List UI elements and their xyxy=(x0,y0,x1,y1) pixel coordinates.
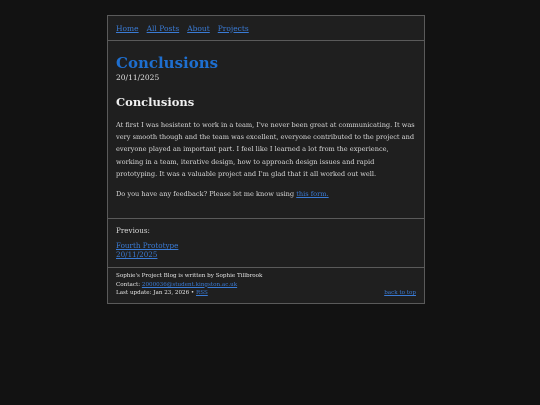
rss-link[interactable]: RSS xyxy=(196,290,208,296)
contact-label: Contact: xyxy=(116,281,142,288)
section-heading: Conclusions xyxy=(116,95,195,109)
previous-post-link[interactable]: Fourth Prototype xyxy=(116,241,416,250)
feedback-form-link[interactable]: this form. xyxy=(296,190,328,198)
footer-update: Last update: Jan 23, 2026 • RSS xyxy=(116,289,208,298)
blog-page: Home All Posts About Projects Conclusion… xyxy=(107,15,425,304)
top-nav: Home All Posts About Projects xyxy=(108,16,424,41)
nav-home-link[interactable]: Home xyxy=(116,24,139,33)
last-update-text: Last update: Jan 23, 2026 • xyxy=(116,290,196,297)
post-date: 20/11/2025 xyxy=(116,73,160,82)
previous-post-section: Previous: Fourth Prototype 20/11/2025 xyxy=(108,219,424,269)
feedback-text: Do you have any feedback? Please let me … xyxy=(116,190,297,199)
footer: Sophie's Project Blog is written by Soph… xyxy=(108,268,424,303)
post-paragraph: At first I was hesistent to work in a te… xyxy=(116,121,415,178)
post-title: Conclusions xyxy=(116,54,219,72)
back-to-top-link[interactable]: back to top xyxy=(384,289,416,298)
footer-contact: Contact: 2000036@student.kingston.ac.uk xyxy=(116,281,416,290)
post-content: Conclusions 20/11/2025 Conclusions At fi… xyxy=(108,41,424,220)
footer-update-row: Last update: Jan 23, 2026 • RSS back to … xyxy=(116,289,416,298)
nav-all-posts-link[interactable]: All Posts xyxy=(147,24,180,33)
nav-projects-link[interactable]: Projects xyxy=(218,24,249,33)
previous-label: Previous: xyxy=(116,226,150,236)
footer-byline: Sophie's Project Blog is written by Soph… xyxy=(116,273,263,280)
contact-email-link[interactable]: 2000036@student.kingston.ac.uk xyxy=(142,282,237,288)
previous-post-date-link[interactable]: 20/11/2025 xyxy=(116,250,416,259)
nav-about-link[interactable]: About xyxy=(187,24,210,33)
feedback-paragraph: Do you have any feedback? Please let me … xyxy=(116,188,416,200)
